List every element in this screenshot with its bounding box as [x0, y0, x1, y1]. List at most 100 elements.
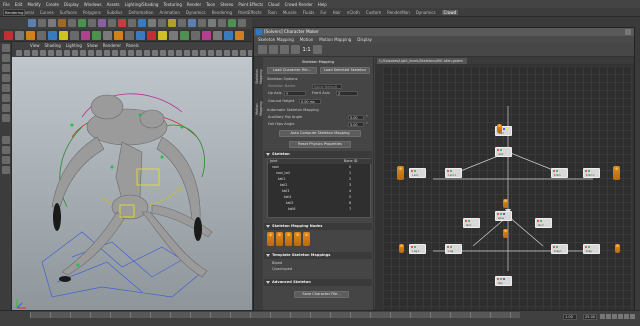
graph-node-spine[interactable]: spine: [495, 211, 512, 221]
viewport-tool-icon[interactable]: [24, 50, 30, 56]
select-tool-icon[interactable]: [2, 44, 10, 52]
status-line-icon[interactable]: [228, 19, 236, 27]
shelf-tool-icon[interactable]: [37, 30, 46, 40]
status-line-icon[interactable]: [78, 19, 86, 27]
menu-assets[interactable]: Assets: [107, 2, 120, 7]
step-forward-icon[interactable]: [624, 314, 629, 319]
status-line-icon[interactable]: [148, 19, 156, 27]
time-slider-bar[interactable]: [30, 312, 520, 318]
graph-node-tail-2[interactable]: tail 2: [535, 218, 552, 228]
viewport-tool-icon[interactable]: [48, 50, 54, 56]
viewport-menu-renderer[interactable]: Renderer: [103, 43, 121, 48]
layout-outliner-icon[interactable]: [2, 166, 10, 174]
go-end-icon[interactable]: [630, 314, 635, 319]
graph-node-l-leg[interactable]: L leg: [445, 244, 462, 254]
status-line-icon[interactable]: [238, 19, 246, 27]
status-line-icon[interactable]: [28, 19, 36, 27]
shelf-tab-animation[interactable]: Animation: [160, 10, 180, 15]
skeleton-section-header[interactable]: Skeleton: [264, 151, 372, 158]
viewport-tool-icon[interactable]: [56, 50, 62, 56]
hik-menu-display[interactable]: Display: [357, 37, 372, 42]
step-back-icon[interactable]: [606, 314, 611, 319]
status-line-icon[interactable]: [38, 19, 46, 27]
graph-node-l-arm-1[interactable]: L arm 1: [445, 168, 462, 178]
viewport-tool-icon[interactable]: [232, 50, 238, 56]
menu-paint-effects[interactable]: Paint Effects: [238, 2, 263, 7]
shelf-tab-toon[interactable]: Toon: [268, 10, 277, 15]
table-row[interactable]: root_tail 1: [268, 171, 372, 176]
front-axis-select[interactable]: Z: [336, 91, 358, 96]
graph-node-neck[interactable]: neck: [495, 147, 512, 157]
viewport-tool-icon[interactable]: [192, 50, 198, 56]
menu-render[interactable]: Render: [187, 2, 201, 7]
shelf-tool-icon[interactable]: [59, 30, 68, 40]
menu-windows[interactable]: Windows: [84, 2, 102, 7]
rotate-tool-icon[interactable]: [2, 84, 10, 92]
shelf-tab-polygons[interactable]: Polygons: [83, 10, 101, 15]
range-start-field[interactable]: 1.00: [563, 314, 577, 320]
status-line-icon[interactable]: [108, 19, 116, 27]
menu-cloud[interactable]: Cloud: [268, 2, 279, 7]
viewport-menu-show[interactable]: Show: [87, 43, 98, 48]
play-forward-icon[interactable]: [618, 314, 623, 319]
shelf-tab-deformation[interactable]: Deformation: [129, 10, 154, 15]
table-row[interactable]: tail2 3: [268, 183, 372, 188]
status-line-icon[interactable]: [198, 19, 206, 27]
shelf-tool-icon[interactable]: [15, 30, 24, 40]
menu-crowd-render[interactable]: Crowd Render: [285, 2, 313, 7]
menu-stereo[interactable]: Stereo: [220, 2, 233, 7]
zoom-1-1-label[interactable]: 1:1: [302, 47, 311, 53]
shelf-tab-muscle[interactable]: Muscle: [283, 10, 297, 15]
shelf-tool-icon[interactable]: [202, 30, 211, 40]
up-axis-select[interactable]: Y: [284, 91, 306, 96]
save-icon[interactable]: [280, 45, 289, 54]
status-line-icon[interactable]: [48, 19, 56, 27]
hik-menu-motion[interactable]: Motion: [300, 37, 314, 42]
viewport-tool-icon[interactable]: [120, 50, 126, 56]
shelf-tool-icon[interactable]: [4, 30, 13, 40]
viewport-tool-icon[interactable]: [168, 50, 174, 56]
menu-texturing[interactable]: Texturing: [163, 2, 181, 7]
shelf-tool-icon[interactable]: [114, 30, 123, 40]
viewport-menu-shading[interactable]: Shading: [45, 43, 61, 48]
status-line-icon[interactable]: [128, 19, 136, 27]
viewport-tool-icon[interactable]: [40, 50, 46, 56]
play-back-icon[interactable]: [612, 314, 617, 319]
graph-node-r-arm-1[interactable]: R arm 1: [583, 168, 600, 178]
shelf-tool-icon[interactable]: [125, 30, 134, 40]
shelf-tool-icon[interactable]: [26, 30, 35, 40]
viewport-tool-icon[interactable]: [160, 50, 166, 56]
viewport-menu-panels[interactable]: Panels: [126, 43, 139, 48]
shelf-tool-icon[interactable]: [147, 30, 156, 40]
shelf-tab-hair[interactable]: Hair: [333, 10, 341, 15]
close-icon[interactable]: [625, 29, 631, 35]
shelf-tab-custom[interactable]: Custom: [366, 10, 381, 15]
load-character-button[interactable]: Load Character File...: [267, 67, 317, 74]
table-row[interactable]: tail3 4: [268, 189, 372, 194]
viewport-tool-icon[interactable]: [248, 50, 252, 56]
graph-node-l-leg-1[interactable]: L leg 1: [409, 244, 426, 254]
reset-physics-button[interactable]: Reset Physics Properties: [289, 141, 351, 148]
viewport-tool-icon[interactable]: [96, 50, 102, 56]
viewport-tool-icon[interactable]: [128, 50, 134, 56]
viewport-tool-icon[interactable]: [144, 50, 150, 56]
menu-help[interactable]: Help: [318, 2, 327, 7]
open-icon[interactable]: [269, 45, 278, 54]
viewport-tool-icon[interactable]: [224, 50, 230, 56]
viewport-tool-icon[interactable]: [112, 50, 118, 56]
shelf-tool-icon[interactable]: [158, 30, 167, 40]
shelf-tool-icon[interactable]: [169, 30, 178, 40]
range-end-field[interactable]: 25.00: [583, 314, 597, 320]
viewport-tool-icon[interactable]: [200, 50, 206, 56]
viewport-tool-icon[interactable]: [72, 50, 78, 56]
refresh-icon[interactable]: [313, 45, 322, 54]
status-line-icon[interactable]: [68, 19, 76, 27]
shelf-tab-painteffects[interactable]: PaintEffects: [238, 10, 262, 15]
viewport-menu-view[interactable]: View: [30, 43, 40, 48]
shelf-tool-icon[interactable]: [224, 30, 233, 40]
lasso-tool-icon[interactable]: [2, 54, 10, 62]
tab-skeleton-mapping[interactable]: Skeleton Mapping: [255, 65, 263, 89]
shelf-tab-subdivs[interactable]: Subdivs: [107, 10, 123, 15]
shelf-tool-icon[interactable]: [180, 30, 189, 40]
shelf-tab-renderman[interactable]: RenderMan: [387, 10, 410, 15]
